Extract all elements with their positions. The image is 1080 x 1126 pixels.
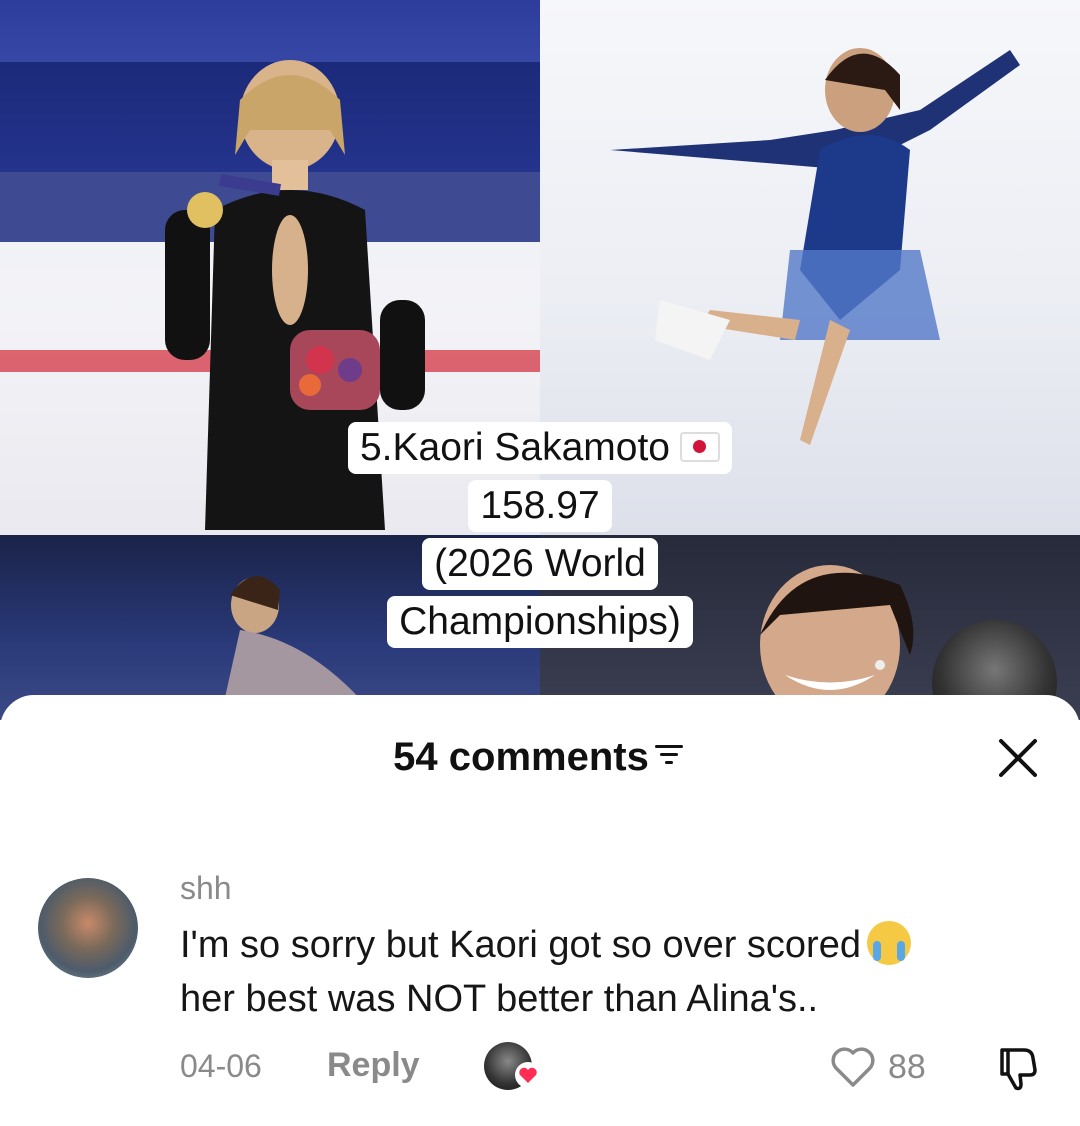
- caption-event-line-2: Championships): [387, 596, 693, 648]
- comment-date: 04-06: [180, 1048, 262, 1084]
- like-count: 88: [888, 1048, 926, 1086]
- sort-icon[interactable]: [653, 741, 687, 769]
- thumbs-down-icon[interactable]: [994, 1044, 1040, 1092]
- heart-outline-icon[interactable]: [830, 1045, 876, 1089]
- caption-event-line: (2026 World: [422, 538, 658, 590]
- caption-name-line: 5.Kaori Sakamoto: [347, 422, 732, 474]
- close-icon[interactable]: [995, 735, 1041, 781]
- comment-text-line-2: her best was NOT better than Alina's..: [180, 978, 819, 1020]
- comment-username[interactable]: shh: [180, 870, 232, 907]
- comments-header[interactable]: 54 comments: [0, 735, 1080, 780]
- loudly-crying-face-icon: [866, 920, 911, 965]
- video-caption: 5.Kaori Sakamoto 158.97 (2026 World Cham…: [0, 422, 1080, 654]
- reply-button[interactable]: Reply: [327, 1046, 420, 1085]
- comments-count-title: 54 comments: [393, 735, 649, 779]
- heart-filled-icon: [515, 1062, 541, 1088]
- caption-score-line: 158.97: [468, 480, 612, 532]
- video-collage[interactable]: 5.Kaori Sakamoto 158.97 (2026 World Cham…: [0, 0, 1080, 720]
- comment-body: I'm so sorry but Kaori got so over score…: [180, 918, 1060, 1026]
- comment-text-line-1: I'm so sorry but Kaori got so over score…: [180, 924, 861, 966]
- japan-flag-icon: [680, 431, 720, 462]
- commenter-avatar[interactable]: [38, 878, 138, 978]
